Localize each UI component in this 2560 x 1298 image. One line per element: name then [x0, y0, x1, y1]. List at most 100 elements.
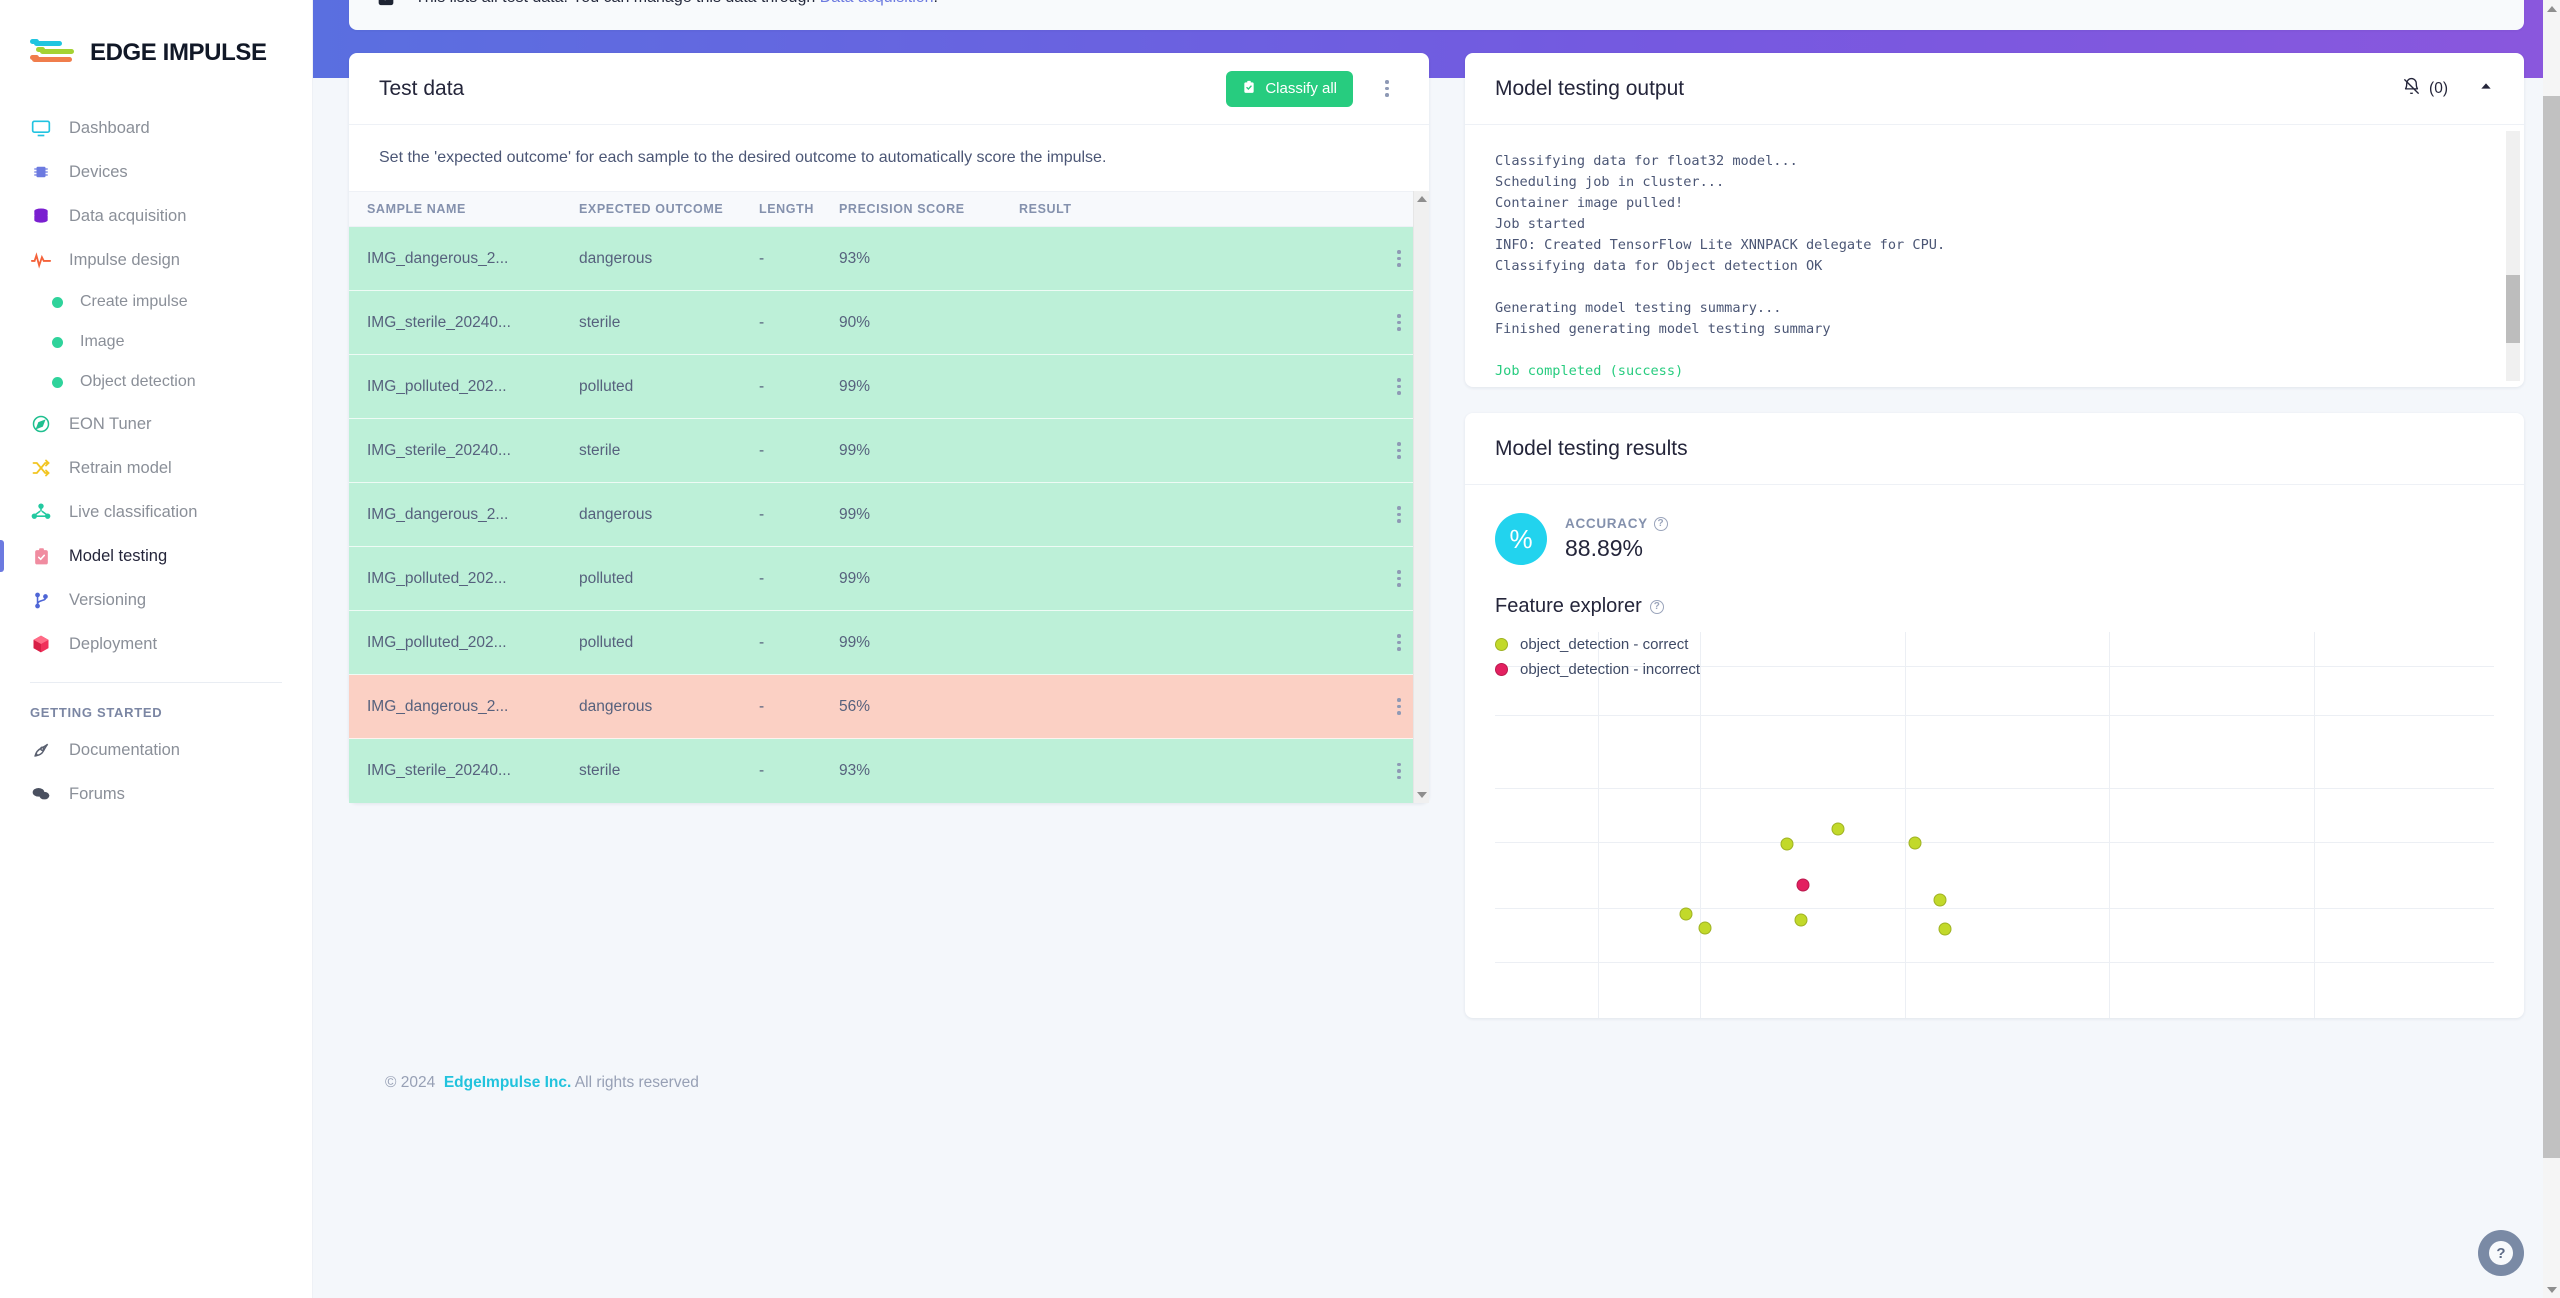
- banner-text-after: .: [934, 0, 938, 6]
- sidebar-item-retrain-model[interactable]: Retrain model: [0, 446, 312, 490]
- scroll-up-icon[interactable]: [1414, 191, 1429, 207]
- footer-rights: All rights reserved: [574, 1074, 699, 1091]
- scroll-down-icon[interactable]: [1414, 787, 1429, 803]
- table-row[interactable]: IMG_sterile_20240... sterile -93%: [349, 738, 1429, 803]
- chevron-up-icon[interactable]: [2478, 78, 2494, 99]
- shuffle-icon: [30, 457, 52, 479]
- clipboard-check-icon: [30, 545, 52, 567]
- plot-point[interactable]: [1796, 878, 1810, 892]
- brand-name: EDGE IMPULSE: [90, 39, 267, 66]
- plot-gridline-horizontal: [1495, 788, 2494, 790]
- cell-sample-name: IMG_polluted_202...: [349, 610, 579, 675]
- sidebar-item-label: EON Tuner: [69, 414, 152, 433]
- table-row[interactable]: IMG_sterile_20240... sterile -99%: [349, 418, 1429, 483]
- sidebar-item-live-classification[interactable]: Live classification: [0, 490, 312, 534]
- kebab-menu-icon[interactable]: [1375, 80, 1399, 97]
- console-scrollbar-thumb[interactable]: [2506, 275, 2520, 343]
- question-icon: ?: [2489, 1241, 2513, 1265]
- cell-result: [1019, 290, 1369, 355]
- help-button[interactable]: ?: [2478, 1230, 2524, 1276]
- console-line: Classifying data for float32 model...: [1495, 153, 1798, 169]
- cell-length: -: [759, 610, 839, 675]
- table-row[interactable]: IMG_sterile_20240... sterile -90%: [349, 290, 1429, 355]
- sidebar-item-documentation[interactable]: Documentation: [0, 728, 312, 772]
- banner-text: This lists all test data. You can manage…: [415, 0, 938, 7]
- accuracy-row: % ACCURACY ? 88.89%: [1465, 485, 2524, 569]
- table-row[interactable]: IMG_polluted_202... polluted -99%: [349, 610, 1429, 675]
- sidebar-item-create-impulse[interactable]: Create impulse: [0, 282, 312, 322]
- plot-gridline-horizontal: [1495, 714, 2494, 716]
- table-row[interactable]: IMG_polluted_202... polluted -99%: [349, 354, 1429, 419]
- table-row[interactable]: IMG_dangerous_2... dangerous - 93%: [349, 226, 1429, 291]
- plot-gridline-horizontal: [1495, 907, 2494, 909]
- col-result: RESULT: [1019, 191, 1369, 227]
- bell-off-icon: [2402, 77, 2421, 101]
- cell-sample-name: IMG_dangerous_2...: [367, 249, 509, 267]
- plot-point[interactable]: [1831, 822, 1845, 836]
- feature-explorer-plot[interactable]: object_detection - correct object_detecti…: [1495, 632, 2494, 1018]
- right-column: Model testing output (0) Classifying dat…: [1465, 53, 2524, 1044]
- cell-precision-score: 99%: [839, 354, 1019, 419]
- footer: © 2024 EdgeImpulse Inc. All rights reser…: [349, 1044, 2524, 1092]
- sidebar-item-label: Forums: [69, 784, 125, 803]
- data-acquisition-link[interactable]: Data acquisition: [820, 0, 934, 6]
- plot-point[interactable]: [1933, 893, 1947, 907]
- cell-expected-outcome: dangerous: [579, 482, 759, 547]
- sidebar-item-eon-tuner[interactable]: EON Tuner: [0, 402, 312, 446]
- question-icon[interactable]: ?: [1649, 599, 1664, 614]
- legend-label: object_detection - correct: [1520, 636, 1689, 653]
- plot-point[interactable]: [1908, 836, 1922, 850]
- brand[interactable]: EDGE IMPULSE: [0, 0, 312, 78]
- sidebar-item-devices[interactable]: Devices: [0, 150, 312, 194]
- page-scroll-down-icon[interactable]: [2543, 1281, 2560, 1298]
- sidebar-item-deployment[interactable]: Deployment: [0, 622, 312, 666]
- cell-result: [1019, 354, 1369, 419]
- classify-all-button[interactable]: Classify all: [1226, 70, 1353, 107]
- table-body: IMG_dangerous_2... dangerous -93% IMG_steri…: [349, 226, 1429, 803]
- test-data-title: Test data: [379, 76, 465, 100]
- page-scrollbar[interactable]: [2543, 0, 2560, 1298]
- notifications-toggle[interactable]: (0): [2402, 77, 2448, 101]
- table-row[interactable]: IMG_polluted_202... polluted -99%: [349, 546, 1429, 611]
- question-icon[interactable]: ?: [1653, 516, 1668, 531]
- plot-point[interactable]: [1679, 907, 1693, 921]
- percent-icon: %: [1495, 513, 1547, 565]
- test-data-card: Test data Classify all Set the 'expected…: [349, 53, 1429, 803]
- model-testing-output-title: Model testing output: [1495, 76, 1685, 100]
- legend-item[interactable]: object_detection - incorrect: [1495, 657, 1700, 682]
- console-line-success: Job completed (success): [1495, 363, 1684, 379]
- cell-precision-score: 93%: [839, 738, 1019, 803]
- sidebar-item-label: Image: [80, 333, 125, 350]
- sidebar-item-image[interactable]: Image: [0, 322, 312, 362]
- sidebar-item-label: Retrain model: [69, 458, 172, 477]
- footer-company[interactable]: EdgeImpulse Inc.: [444, 1074, 571, 1091]
- sidebar-item-object-detection[interactable]: Object detection: [0, 362, 312, 402]
- cell-precision-score: 99%: [839, 610, 1019, 675]
- sidebar-item-versioning[interactable]: Versioning: [0, 578, 312, 622]
- sidebar-item-forums[interactable]: Forums: [0, 772, 312, 816]
- table-scrollbar[interactable]: [1413, 191, 1429, 803]
- plot-point[interactable]: [1794, 913, 1808, 927]
- sidebar-item-label: Deployment: [69, 634, 158, 653]
- plot-point[interactable]: [1938, 922, 1952, 936]
- sidebar-section-label: GETTING STARTED: [30, 705, 163, 720]
- plot-point[interactable]: [1698, 921, 1712, 935]
- sidebar-item-model-testing[interactable]: Model testing: [0, 534, 312, 578]
- table-row[interactable]: IMG_dangerous_2... dangerous -99%: [349, 482, 1429, 547]
- cell-precision-score: 99%: [839, 482, 1019, 547]
- plot-point[interactable]: [1780, 837, 1794, 851]
- sidebar-item-data-acquisition[interactable]: Data acquisition: [0, 194, 312, 238]
- cell-length: -: [759, 674, 839, 739]
- cell-sample-name: IMG_sterile_20240...: [349, 290, 579, 355]
- page-scrollbar-thumb[interactable]: [2543, 96, 2560, 1158]
- chat-icon: [30, 783, 52, 805]
- console-output[interactable]: Classifying data for float32 model... Sch…: [1465, 125, 2524, 387]
- sidebar-item-impulse-design[interactable]: Impulse design: [0, 238, 312, 282]
- console-scrollbar-track[interactable]: [2506, 131, 2520, 381]
- table-row[interactable]: IMG_dangerous_2... dangerous -56%: [349, 674, 1429, 739]
- sidebar-item-label: Create impulse: [80, 293, 188, 310]
- legend-item[interactable]: object_detection - correct: [1495, 632, 1700, 657]
- page-scroll-up-icon[interactable]: [2543, 0, 2560, 17]
- network-icon: [30, 501, 52, 523]
- sidebar-item-dashboard[interactable]: Dashboard: [0, 106, 312, 150]
